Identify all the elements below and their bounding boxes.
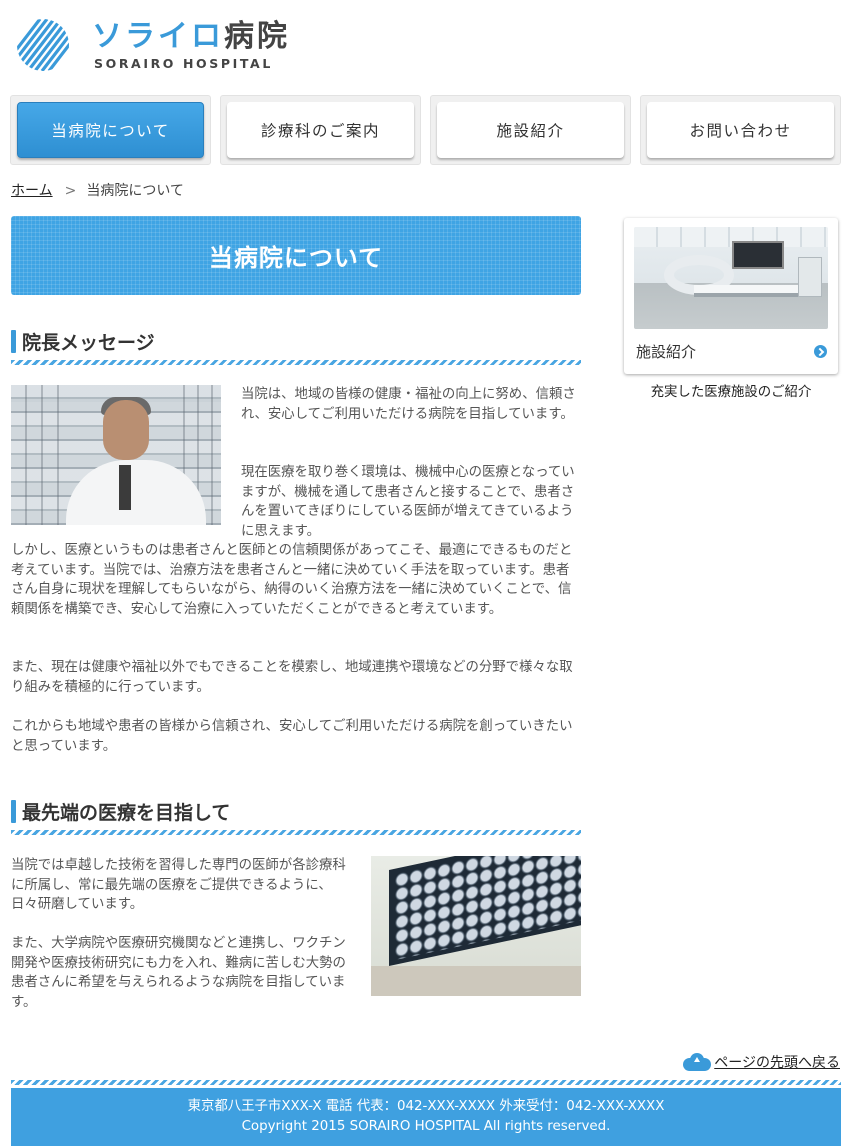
section-divider xyxy=(11,360,581,365)
main-content: 当病院について 院長メッセージ 当院は、地域の皆様の健康・福祉の向上に努め、信頼… xyxy=(11,216,581,1010)
section-heading-advanced: 最先端の医療を目指して xyxy=(11,790,581,830)
page-title: 当病院について xyxy=(208,244,384,272)
global-nav: 当病院について 診療科のご案内 施設紹介 お問い合わせ xyxy=(10,95,842,165)
logo-english: SORAIRO HOSPITAL xyxy=(94,56,273,71)
footer-address: 東京都八王子市XXX-X 電話 代表：042-XXX-XXXX 外来受付：042… xyxy=(187,1099,665,1114)
nav-item-facilities[interactable]: 施設紹介 xyxy=(430,95,631,165)
site-footer: 東京都八王子市XXX-X 電話 代表：042-XXX-XXXX 外来受付：042… xyxy=(11,1088,841,1146)
arrow-right-circle-icon xyxy=(814,345,827,358)
nav-item-contact[interactable]: お問い合わせ xyxy=(640,95,841,165)
message-paragraph-3: しかし、医療というものは患者さんと医師との信頼関係があってこそ、最適にできるもの… xyxy=(11,543,573,617)
section-heading-message: 院長メッセージ xyxy=(11,320,581,360)
section-title-message: 院長メッセージ xyxy=(22,332,155,354)
section-title-advanced: 最先端の医療を目指して xyxy=(22,802,231,824)
nav-button-about[interactable]: 当病院について xyxy=(17,102,204,158)
advanced-paragraph-1: 当院では卓越した技術を習得した専門の医師が各診療科に所属し、常に最先端の医療をご… xyxy=(11,858,346,913)
facility-caption: 充実した医療施設のご紹介 xyxy=(650,385,812,400)
breadcrumb-separator: > xyxy=(64,183,77,199)
facility-card-label: 施設紹介 xyxy=(636,343,697,361)
director-photo xyxy=(11,385,221,525)
message-paragraph-1: 当院は、地域の皆様の健康・福祉の向上に努め、信頼され、安心してご利用いただける病… xyxy=(241,387,576,422)
site-logo[interactable]: ソライロ病院 SORAIRO HOSPITAL xyxy=(10,15,290,75)
breadcrumb-current: 当病院について xyxy=(86,183,184,199)
footer-divider xyxy=(11,1080,841,1085)
nav-button-facilities[interactable]: 施設紹介 xyxy=(437,102,624,158)
back-to-top-link[interactable]: ページの先頭へ戻る xyxy=(683,1052,840,1072)
nav-button-contact[interactable]: お問い合わせ xyxy=(647,102,834,158)
cloud-up-arrow-icon xyxy=(683,1053,712,1071)
footer-copyright: Copyright 2015 SORAIRO HOSPITAL All righ… xyxy=(241,1119,611,1134)
advanced-paragraph-2: また、大学病院や医療研究機関などと連携し、ワクチン開発や医療技術研究にも力を入れ… xyxy=(11,936,346,1010)
message-paragraph-4: また、現在は健康や福祉以外でもできることを模索し、地域連携や環境などの分野で様々… xyxy=(11,660,573,695)
breadcrumb-home-link[interactable]: ホーム xyxy=(11,183,53,199)
facility-banner-card[interactable]: 施設紹介 xyxy=(624,218,838,374)
facility-photo xyxy=(634,227,828,329)
logo-japanese-sub: 病院 xyxy=(224,19,290,54)
nav-button-departments[interactable]: 診療科のご案内 xyxy=(227,102,414,158)
xray-viewer-photo xyxy=(371,856,581,996)
message-paragraph-2: 現在医療を取り巻く環境は、機械中心の医療となっていますが、機械を通して患者さんと… xyxy=(241,465,575,539)
logo-stripes-icon xyxy=(17,19,69,71)
page-title-banner: 当病院について xyxy=(11,216,581,295)
logo-japanese: ソライロ病院 xyxy=(92,19,290,55)
heading-bar xyxy=(11,800,16,823)
section-divider xyxy=(11,830,581,835)
nav-item-departments[interactable]: 診療科のご案内 xyxy=(220,95,421,165)
breadcrumb: ホーム > 当病院について xyxy=(11,180,184,200)
nav-item-about[interactable]: 当病院について xyxy=(10,95,211,165)
logo-japanese-main: ソライロ xyxy=(92,19,224,54)
heading-bar xyxy=(11,330,16,353)
message-paragraph-5: これからも地域や患者の皆様から信頼され、安心してご利用いただける病院を創っていき… xyxy=(11,719,573,754)
back-to-top-label: ページの先頭へ戻る xyxy=(714,1055,840,1071)
